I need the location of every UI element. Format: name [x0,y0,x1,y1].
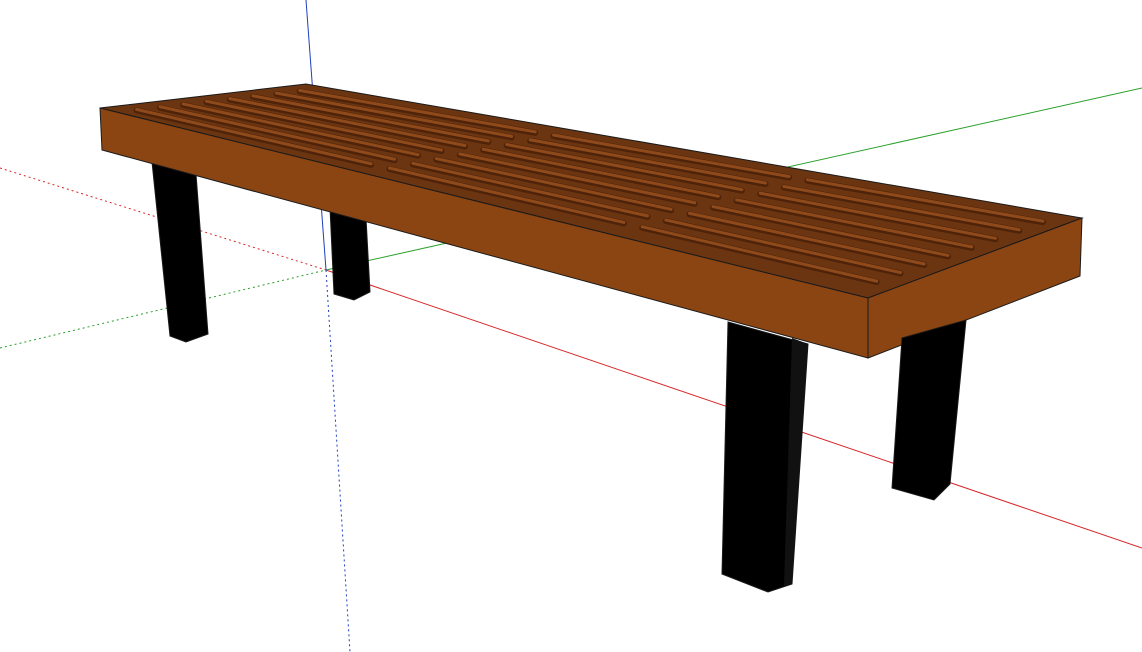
modeling-viewport[interactable] [0,0,1142,652]
green-axis-dotted [0,269,327,349]
blue-axis-dotted [325,269,351,652]
bench-model[interactable] [99,83,1084,593]
front-left-leg[interactable] [721,321,809,593]
back-right-leg[interactable] [329,207,371,301]
front-right-leg[interactable] [891,319,967,501]
3d-scene[interactable] [0,0,1142,652]
bench-top[interactable] [99,83,1084,359]
back-left-leg[interactable] [151,161,209,343]
